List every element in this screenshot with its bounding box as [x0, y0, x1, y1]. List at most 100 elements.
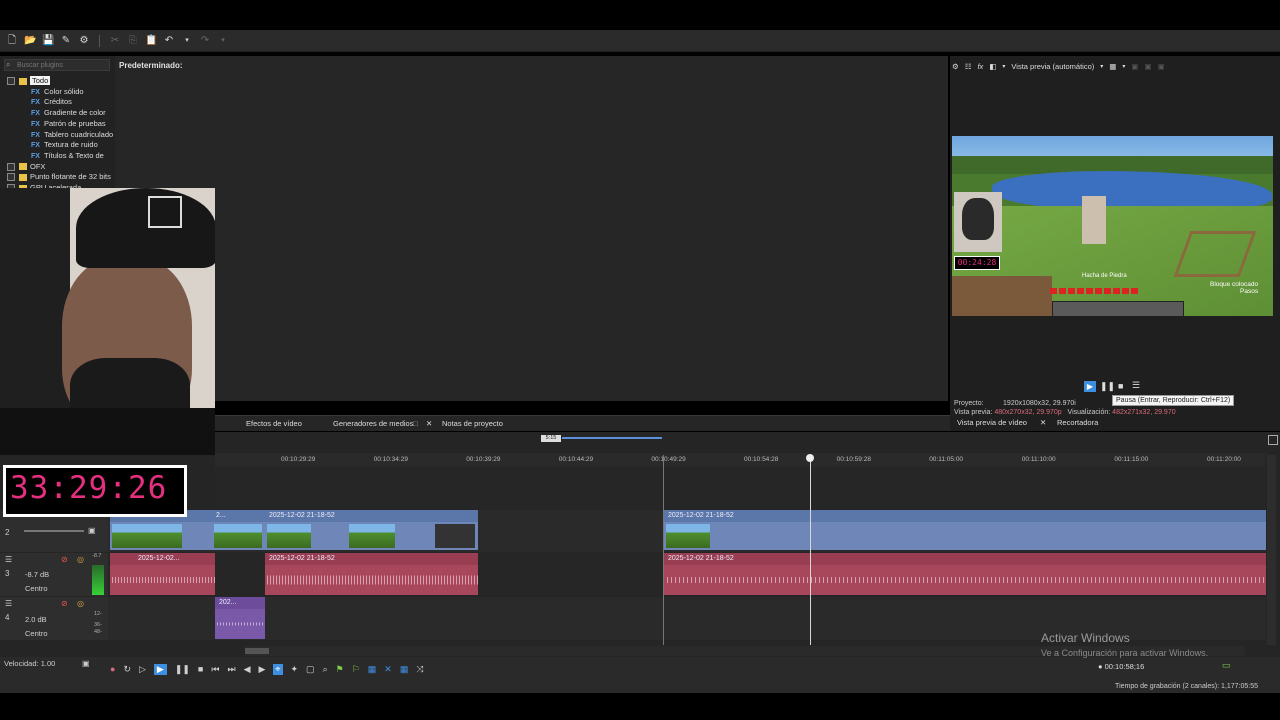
loop-region[interactable]	[562, 437, 662, 439]
track-pan[interactable]: Centro	[25, 629, 48, 638]
close-icon[interactable]: ✕	[426, 419, 432, 428]
tree-item[interactable]: FX Patrón de pruebas	[31, 119, 106, 128]
selection-icon[interactable]: ▭	[1222, 660, 1231, 671]
tab-video-preview[interactable]: Vista previa de vídeo	[957, 418, 1027, 427]
tab-media-generators[interactable]: Generadores de medios	[333, 419, 413, 428]
snap-icon[interactable]: ▦	[368, 664, 377, 675]
lock-envelopes-icon[interactable]: ▦	[400, 664, 409, 675]
dropdown-icon[interactable]: ▾	[1100, 63, 1103, 70]
maximize-icon[interactable]: □	[413, 419, 418, 428]
normal-edit-tool-icon[interactable]: ⌖	[273, 663, 283, 675]
selection-tool-icon[interactable]: ▢	[306, 664, 315, 675]
tree-item[interactable]: FX Gradiente de color	[31, 108, 106, 117]
expand-icon[interactable]	[7, 162, 15, 171]
tree-item[interactable]: FX Tablero cuadriculado	[31, 130, 113, 139]
playback-speed[interactable]: Velocidad: 1.00	[4, 659, 55, 668]
preview-settings-icon[interactable]: ⚙	[952, 62, 959, 71]
undo-dropdown-icon[interactable]: ▾	[181, 35, 193, 47]
fx-icon[interactable]: fx	[977, 62, 983, 71]
track-header-4[interactable]: ☰ 4 ⊘ ◎ 2.0 dB Centro 12- 36- 48-	[0, 597, 108, 640]
scrollbar-thumb[interactable]	[245, 648, 269, 654]
mute-icon[interactable]: ⊘	[61, 555, 68, 564]
tab-trimmer[interactable]: Recortadora	[1057, 418, 1098, 427]
pause-icon[interactable]: ❚❚	[175, 664, 190, 675]
track-volume[interactable]: 2.0 dB	[25, 615, 47, 624]
next-frame-icon[interactable]: ▶	[259, 664, 266, 675]
preview-quality-select[interactable]: Vista previa (automático)	[1011, 62, 1094, 71]
settings-icon[interactable]: ⚙	[78, 35, 90, 47]
undo-icon[interactable]: ↶	[163, 35, 175, 47]
audio-clip[interactable]: 2025-12-02 21-18-52	[664, 553, 1266, 595]
expand-icon[interactable]	[7, 173, 15, 182]
solo-icon[interactable]: ◎	[77, 599, 84, 608]
tab-video-effects[interactable]: Efectos de vídeo	[246, 419, 302, 428]
menu-icon[interactable]: ☰	[5, 599, 12, 608]
previous-frame-icon[interactable]: ◀	[244, 664, 251, 675]
track-pan[interactable]: Centro	[25, 584, 48, 593]
paste-icon[interactable]: 📋	[145, 35, 157, 47]
snapshot-icon[interactable]: ▣	[1158, 62, 1165, 71]
vertical-scrollbar[interactable]	[1267, 455, 1276, 645]
menu-icon[interactable]: ☰	[5, 555, 12, 564]
pause-icon[interactable]: ❚❚	[1100, 381, 1115, 392]
video-clip[interactable]: 2025-12-02 21-18-52	[265, 510, 478, 550]
region-icon[interactable]: ⚐	[352, 664, 360, 675]
solo-icon[interactable]: ◎	[77, 555, 84, 564]
redo-icon[interactable]: ↷	[199, 35, 211, 47]
open-folder-icon[interactable]: 📂	[24, 35, 36, 47]
tree-item[interactable]: FX Créditos	[31, 97, 72, 106]
track-options-icon[interactable]: ▣	[88, 526, 96, 535]
cut-icon[interactable]: ✂	[109, 35, 121, 47]
speed-reset-icon[interactable]: ▣	[82, 659, 90, 668]
play-from-start-icon[interactable]: ▷	[139, 664, 146, 675]
save-snapshot-icon[interactable]: ▣	[1144, 62, 1151, 71]
cursor-handle[interactable]	[806, 454, 814, 462]
crossfade-icon[interactable]: ⤨	[416, 664, 423, 675]
envelope-tool-icon[interactable]: ✦	[291, 664, 299, 675]
tree-item[interactable]: FX Títulos & Texto de	[31, 151, 104, 160]
timeline-cursor[interactable]	[810, 455, 811, 645]
plugin-search-input[interactable]: Buscar plugins	[4, 59, 110, 71]
mute-icon[interactable]: ⊘	[61, 599, 68, 608]
play-icon[interactable]: ▶	[1084, 381, 1096, 392]
track-header-3[interactable]: ☰ 3 ⊘ ◎ -8.7 dB Centro -8.7	[0, 553, 108, 596]
auto-ripple-icon[interactable]: ✕	[384, 664, 392, 675]
dropdown-icon[interactable]: ▾	[1122, 63, 1125, 70]
tree-item[interactable]: FX Color sólido	[31, 87, 84, 96]
marker-icon[interactable]: ⚑	[336, 664, 344, 675]
menu-icon[interactable]: ☰	[1132, 380, 1140, 391]
video-clip[interactable]: 2025-12-02 21-18-52	[664, 510, 1266, 550]
tab-project-notes[interactable]: Notas de proyecto	[442, 419, 503, 428]
tree-item[interactable]: Todo	[7, 76, 51, 86]
new-file-icon[interactable]: 🗋	[6, 35, 18, 47]
loop-icon[interactable]: ↻	[123, 664, 131, 675]
stop-icon[interactable]: ■	[1118, 381, 1123, 391]
marker-toggle-icon[interactable]	[1268, 435, 1278, 445]
play-icon[interactable]: ▶	[153, 663, 167, 675]
opacity-slider[interactable]	[24, 530, 84, 532]
dropdown-icon[interactable]: ▾	[1002, 63, 1005, 70]
redo-dropdown-icon[interactable]: ▾	[217, 35, 229, 47]
tree-item[interactable]: Punto flotante de 32 bits	[7, 172, 111, 182]
split-screen-icon[interactable]: ◧	[989, 62, 996, 71]
tree-item[interactable]: OFX	[7, 162, 45, 171]
zoom-tool-icon[interactable]: ⌕	[323, 664, 328, 675]
record-icon[interactable]: ●	[110, 664, 115, 674]
expand-icon[interactable]	[7, 77, 15, 86]
track-volume[interactable]: -8.7 dB	[25, 570, 49, 579]
loop-marker[interactable]: 5:15	[541, 435, 561, 442]
stop-icon[interactable]: ■	[198, 664, 203, 674]
audio-clip[interactable]: 2025-12-02...	[110, 553, 215, 595]
close-icon[interactable]: ✕	[1040, 418, 1046, 427]
overlay-icon[interactable]: ▦	[1109, 62, 1116, 71]
save-icon[interactable]: 💾	[42, 35, 54, 47]
audio-clip[interactable]: 2025-12-02 21-18-52	[265, 553, 478, 595]
go-to-start-icon[interactable]: ⏮	[211, 664, 219, 675]
preview-device-icon[interactable]: ☷	[965, 62, 972, 71]
go-to-end-icon[interactable]: ⏭	[227, 664, 235, 675]
copy-icon[interactable]: ⎘	[127, 35, 139, 47]
render-icon[interactable]: ✎	[60, 35, 72, 47]
copy-snapshot-icon[interactable]: ▣	[1131, 62, 1138, 71]
tree-item[interactable]: FX Textura de ruido	[31, 140, 98, 149]
audio-clip-purple[interactable]: 202...	[215, 597, 265, 639]
